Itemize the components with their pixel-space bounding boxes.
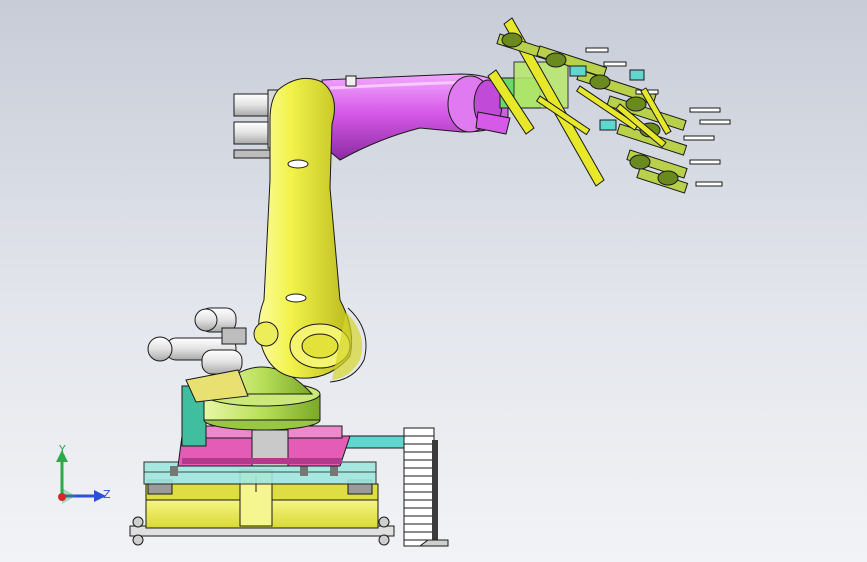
- base-frame[interactable]: [129, 461, 395, 546]
- triad-z-label: Z: [103, 488, 111, 501]
- robot-arm-model[interactable]: [0, 0, 867, 562]
- graphics-viewport[interactable]: Y Z: [0, 0, 867, 562]
- axis-motors[interactable]: [147, 307, 249, 403]
- forearm[interactable]: [321, 73, 511, 161]
- triad-y-label: Y: [59, 443, 66, 456]
- gripper-end-effector[interactable]: [487, 17, 731, 194]
